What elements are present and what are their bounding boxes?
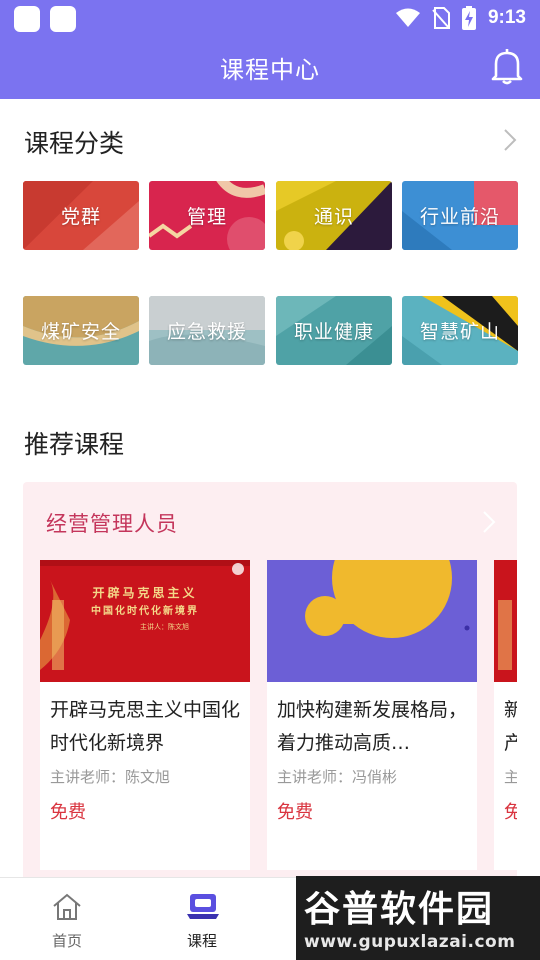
course-price: 免费 bbox=[50, 802, 86, 823]
course-teacher: 主讲老师：冯俏彬 bbox=[277, 768, 398, 786]
course-thumbnail bbox=[494, 560, 517, 682]
category-yingji-jiuyuan[interactable]: 应急救援 bbox=[149, 296, 265, 365]
category-zhihui-kuangshan[interactable]: 智慧矿山 bbox=[402, 296, 518, 365]
course-price: 免费 bbox=[277, 802, 313, 823]
watermark-logo: 谷普软件园 www.gupuxlazai.com bbox=[296, 876, 540, 960]
recommended-group-panel: 经营管理人员 开辟马克思主义 中国化时代化新境界 主讲人：陈文旭 开辟马克思主义… bbox=[23, 482, 517, 882]
category-hangyeqianyan[interactable]: 行业前沿 bbox=[402, 181, 518, 250]
category-meikuang-anquan[interactable]: 煤矿安全 bbox=[23, 296, 139, 365]
notification-app-icon bbox=[50, 6, 76, 32]
nav-item-courses[interactable]: 课程 bbox=[152, 878, 252, 960]
course-banner-image bbox=[494, 560, 517, 682]
category-dangqun[interactable]: 党群 bbox=[23, 181, 139, 250]
category-guanli[interactable]: 管理 bbox=[149, 181, 265, 250]
course-title: 加快构建新发展格局，着力推动高质… bbox=[277, 699, 468, 754]
top-app-bar: 9:13 课程中心 bbox=[0, 0, 540, 99]
page-title: 课程中心 bbox=[220, 56, 320, 84]
course-teacher: 主 bbox=[504, 768, 517, 786]
home-icon bbox=[53, 893, 81, 920]
course-title: 开辟马克思主义中国化时代化新境界 bbox=[50, 699, 241, 754]
course-teacher: 主讲老师：陈文旭 bbox=[50, 768, 171, 786]
course-thumbnail: 开辟马克思主义 中国化时代化新境界 主讲人：陈文旭 bbox=[40, 560, 250, 682]
course-thumbnail bbox=[267, 560, 477, 682]
laptop-course-icon bbox=[187, 894, 219, 919]
nav-label: 首页 bbox=[51, 932, 82, 950]
course-title: 新产 bbox=[504, 699, 517, 754]
watermark-url: www.gupuxlazai.com bbox=[304, 932, 516, 952]
wifi-icon bbox=[395, 8, 420, 27]
category-zhiye-jiankang[interactable]: 职业健康 bbox=[276, 296, 392, 365]
course-price: 免 bbox=[504, 802, 517, 823]
thumb-speaker: 主讲人：陈文旭 bbox=[140, 623, 189, 631]
group-title[interactable]: 经营管理人员 bbox=[46, 508, 178, 538]
category-tongshi[interactable]: 通识 bbox=[276, 181, 392, 250]
category-label: 管理 bbox=[186, 206, 227, 228]
category-label: 行业前沿 bbox=[419, 206, 500, 228]
battery-charging-icon bbox=[461, 6, 476, 30]
course-banner-image bbox=[40, 560, 250, 682]
nav-label: 课程 bbox=[186, 932, 217, 950]
nav-item-home[interactable]: 首页 bbox=[17, 878, 117, 960]
thumb-title: 开辟马克思主义 bbox=[92, 586, 198, 600]
category-label: 职业健康 bbox=[293, 321, 374, 343]
status-time: 9:13 bbox=[487, 7, 526, 28]
watermark-brand: 谷普软件园 bbox=[304, 889, 495, 930]
recommended-section-title: 推荐课程 bbox=[24, 430, 125, 459]
category-label: 煤矿安全 bbox=[40, 321, 121, 343]
bell-icon[interactable] bbox=[490, 48, 524, 86]
category-label: 通识 bbox=[313, 206, 354, 228]
notification-app-icon bbox=[14, 6, 40, 32]
categories-section-title: 课程分类 bbox=[24, 129, 125, 158]
chevron-right-icon[interactable] bbox=[502, 128, 518, 152]
course-card[interactable]: 开辟马克思主义 中国化时代化新境界 主讲人：陈文旭 开辟马克思主义中国化时代化新… bbox=[40, 560, 250, 870]
category-label: 应急救援 bbox=[166, 321, 247, 343]
course-banner-image bbox=[267, 560, 477, 682]
course-card[interactable]: 新产 主 免 bbox=[494, 560, 517, 870]
category-label: 党群 bbox=[60, 206, 101, 228]
thumb-subtitle: 中国化时代化新境界 bbox=[91, 606, 199, 617]
chevron-right-icon[interactable] bbox=[481, 510, 497, 534]
status-bar: 9:13 bbox=[0, 0, 540, 36]
no-sim-icon bbox=[432, 7, 450, 29]
category-label: 智慧矿山 bbox=[419, 321, 500, 343]
course-card[interactable]: 加快构建新发展格局，着力推动高质… 主讲老师：冯俏彬 免费 bbox=[267, 560, 477, 870]
